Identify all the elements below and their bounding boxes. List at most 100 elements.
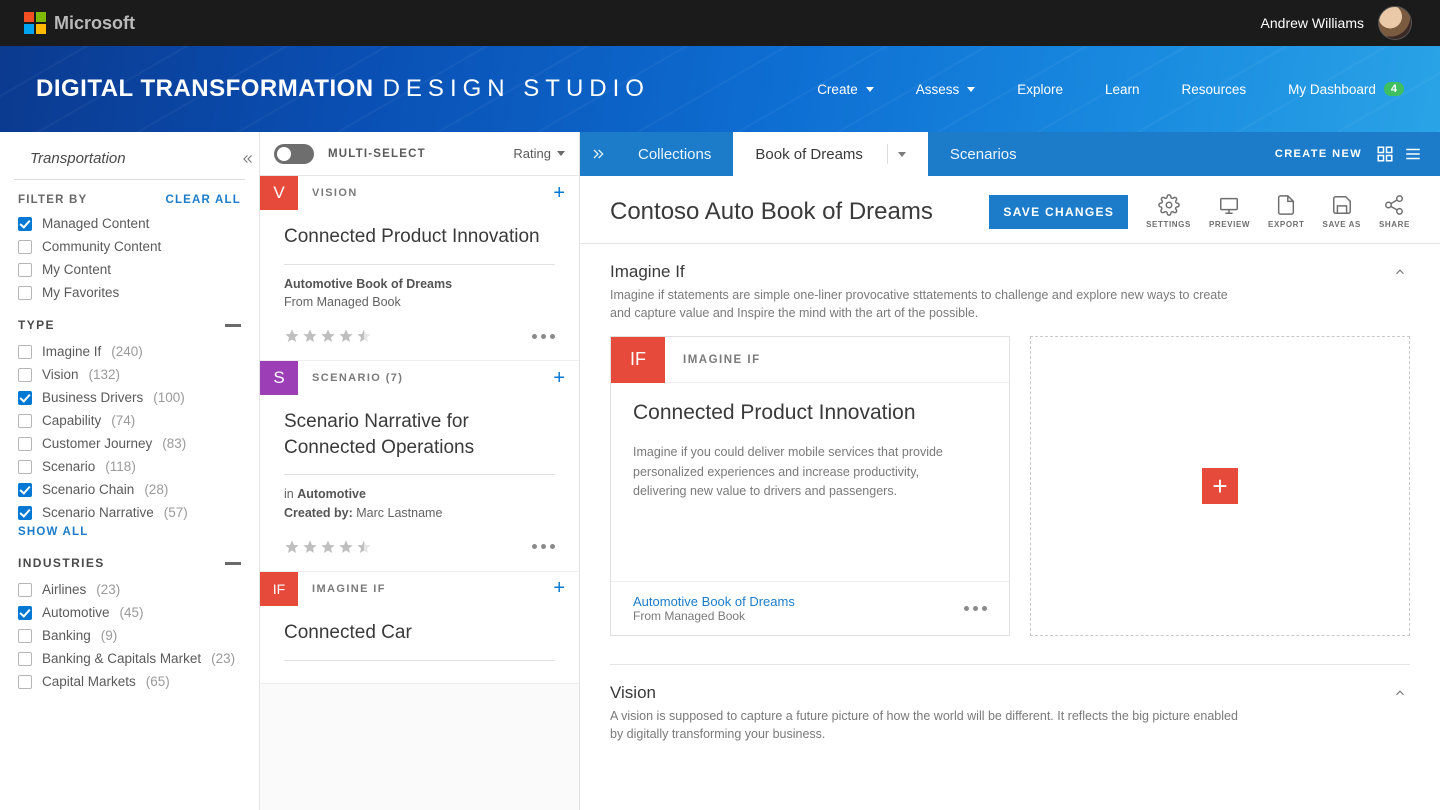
filter-checkbox[interactable]: Community Content bbox=[18, 239, 241, 254]
checkbox-icon bbox=[18, 583, 32, 597]
search-input[interactable] bbox=[30, 146, 231, 171]
filter-checkbox[interactable]: Scenario Narrative (57) bbox=[18, 505, 241, 520]
filter-checkbox[interactable]: Banking (9) bbox=[18, 628, 241, 643]
industries-section-header[interactable]: INDUSTRIES bbox=[18, 556, 241, 570]
tab-book-of-dreams[interactable]: Book of Dreams bbox=[733, 132, 928, 176]
section-description: A vision is supposed to capture a future… bbox=[610, 707, 1250, 743]
filter-label: Scenario Chain bbox=[42, 482, 134, 497]
save-changes-button[interactable]: SAVE CHANGES bbox=[989, 195, 1128, 229]
card-type-label: IMAGINE IF bbox=[312, 583, 386, 595]
filter-header: FILTER BY CLEAR ALL bbox=[18, 194, 241, 206]
industries-filter-list: Airlines (23) Automotive (45) Banking (9) B… bbox=[18, 582, 241, 689]
filter-label: Vision bbox=[42, 367, 79, 382]
checkbox-icon bbox=[18, 675, 32, 689]
collapse-section-button[interactable] bbox=[1390, 683, 1410, 703]
expand-results-icon[interactable] bbox=[580, 132, 616, 176]
section-description: Imagine if statements are simple one-lin… bbox=[610, 286, 1250, 322]
save-as-button[interactable]: SAVE AS bbox=[1323, 194, 1361, 229]
document-title: Contoso Auto Book of Dreams bbox=[610, 198, 933, 226]
add-card-button[interactable]: + bbox=[553, 182, 565, 205]
nav-create[interactable]: Create bbox=[817, 82, 874, 97]
show-all-button[interactable]: SHOW ALL bbox=[18, 526, 241, 538]
plus-icon: + bbox=[1202, 468, 1238, 504]
add-card-placeholder[interactable]: + bbox=[1030, 336, 1410, 636]
result-card[interactable]: IF IMAGINE IF + Connected Car bbox=[260, 572, 579, 684]
filter-checkbox[interactable]: Imagine If (240) bbox=[18, 344, 241, 359]
nav-learn[interactable]: Learn bbox=[1105, 82, 1140, 97]
checkbox-icon bbox=[18, 483, 32, 497]
collapse-section-button[interactable] bbox=[1390, 262, 1410, 282]
filter-checkbox[interactable]: Capital Markets (65) bbox=[18, 674, 241, 689]
filter-by-label: FILTER BY bbox=[18, 194, 87, 206]
checkbox-icon bbox=[18, 240, 32, 254]
result-card[interactable]: V VISION + Connected Product Innovation … bbox=[260, 176, 579, 361]
tab-dropdown[interactable] bbox=[887, 144, 916, 164]
tab-collections[interactable]: Collections bbox=[616, 132, 733, 176]
filter-label: Business Drivers bbox=[42, 390, 143, 405]
microsoft-logo[interactable]: Microsoft bbox=[24, 12, 135, 34]
card-source-label: From Managed Book bbox=[633, 609, 795, 623]
filter-checkbox[interactable]: My Favorites bbox=[18, 285, 241, 300]
filter-checkbox[interactable]: Customer Journey (83) bbox=[18, 436, 241, 451]
app-title: DIGITAL TRANSFORMATION DESIGN STUDIO bbox=[36, 75, 650, 103]
chevron-down-icon bbox=[557, 151, 565, 156]
nav-assess[interactable]: Assess bbox=[916, 82, 976, 97]
card-more-menu[interactable] bbox=[532, 334, 555, 339]
microsoft-logo-icon bbox=[24, 12, 46, 34]
filter-checkbox[interactable]: Airlines (23) bbox=[18, 582, 241, 597]
filter-count: (45) bbox=[120, 605, 144, 620]
vision-section: Vision A vision is supposed to capture a… bbox=[610, 664, 1410, 761]
nav-my-dashboard[interactable]: My Dashboard 4 bbox=[1288, 82, 1404, 97]
filter-checkbox[interactable]: Managed Content bbox=[18, 216, 241, 231]
result-card[interactable]: S SCENARIO (7) + Scenario Narrative for … bbox=[260, 361, 579, 572]
source-filter-list: Managed Content Community Content My Conte… bbox=[18, 216, 241, 300]
list-view-icon[interactable] bbox=[1404, 145, 1422, 163]
hero-banner: DIGITAL TRANSFORMATION DESIGN STUDIO Cre… bbox=[0, 46, 1440, 132]
imagine-if-card[interactable]: IF IMAGINE IF Connected Product Innovati… bbox=[610, 336, 1010, 636]
type-section-header[interactable]: TYPE bbox=[18, 318, 241, 332]
checkbox-icon bbox=[18, 506, 32, 520]
sort-control[interactable]: Rating bbox=[513, 146, 565, 161]
card-description: Imagine if you could deliver mobile serv… bbox=[633, 443, 963, 501]
filter-count: (118) bbox=[105, 459, 136, 474]
filter-count: (240) bbox=[111, 344, 143, 359]
create-new-button[interactable]: CREATE NEW bbox=[1275, 148, 1362, 160]
checkbox-icon bbox=[18, 606, 32, 620]
card-source-link[interactable]: Automotive Book of Dreams bbox=[633, 594, 795, 609]
clear-all-button[interactable]: CLEAR ALL bbox=[165, 194, 241, 206]
user-avatar[interactable] bbox=[1378, 6, 1412, 40]
filter-checkbox[interactable]: Business Drivers (100) bbox=[18, 390, 241, 405]
filter-checkbox[interactable]: Banking & Capitals Market (23) bbox=[18, 651, 241, 666]
tab-scenarios[interactable]: Scenarios bbox=[928, 132, 1039, 176]
preview-button[interactable]: PREVIEW bbox=[1209, 194, 1250, 229]
card-more-menu[interactable] bbox=[532, 544, 555, 549]
filter-count: (9) bbox=[101, 628, 118, 643]
checkbox-icon bbox=[18, 391, 32, 405]
nav-explore[interactable]: Explore bbox=[1017, 82, 1063, 97]
filter-label: Banking & Capitals Market bbox=[42, 651, 201, 666]
filter-count: (23) bbox=[211, 651, 235, 666]
filter-checkbox[interactable]: Scenario (118) bbox=[18, 459, 241, 474]
checkbox-icon bbox=[18, 263, 32, 277]
filter-checkbox[interactable]: Automotive (45) bbox=[18, 605, 241, 620]
share-button[interactable]: SHARE bbox=[1379, 194, 1410, 229]
filter-checkbox[interactable]: Capability (74) bbox=[18, 413, 241, 428]
filter-checkbox[interactable]: My Content bbox=[18, 262, 241, 277]
add-card-button[interactable]: + bbox=[553, 367, 565, 390]
settings-button[interactable]: SETTINGS bbox=[1146, 194, 1191, 229]
minus-icon bbox=[225, 324, 241, 327]
rating-stars bbox=[284, 328, 372, 344]
card-title: Connected Product Innovation bbox=[633, 401, 987, 425]
user-area[interactable]: Andrew Williams bbox=[1261, 6, 1412, 40]
collapse-panel-icon[interactable] bbox=[231, 152, 255, 166]
export-button[interactable]: EXPORT bbox=[1268, 194, 1305, 229]
grid-view-icon[interactable] bbox=[1376, 145, 1394, 163]
filter-count: (28) bbox=[144, 482, 168, 497]
card-more-menu[interactable] bbox=[964, 606, 987, 611]
nav-resources[interactable]: Resources bbox=[1182, 82, 1247, 97]
filter-checkbox[interactable]: Vision (132) bbox=[18, 367, 241, 382]
multi-select-toggle[interactable] bbox=[274, 144, 314, 164]
add-card-button[interactable]: + bbox=[553, 577, 565, 600]
filter-checkbox[interactable]: Scenario Chain (28) bbox=[18, 482, 241, 497]
filter-count: (83) bbox=[162, 436, 186, 451]
